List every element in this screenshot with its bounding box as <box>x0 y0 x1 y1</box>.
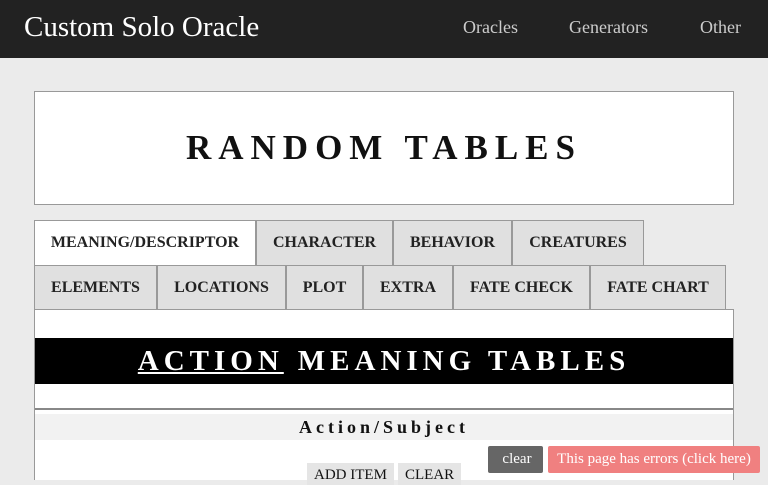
action-link[interactable]: ACTION <box>138 345 284 378</box>
section-title-bar: ACTION MEANING TABLES <box>35 338 733 384</box>
section-title: MEANING TABLES <box>297 344 631 377</box>
tab-label: BEHAVIOR <box>409 234 496 251</box>
tab-label: FATE CHART <box>607 279 709 296</box>
page-header-box: RANDOM TABLES <box>34 91 734 205</box>
tab-plot[interactable]: PLOT <box>286 265 363 310</box>
tab-label: CREATURES <box>529 234 627 251</box>
site-brand[interactable]: Custom Solo Oracle <box>24 11 259 44</box>
tab-label: FATE CHECK <box>470 279 573 296</box>
add-item-button[interactable]: ADD ITEM <box>307 463 394 485</box>
nav-item-oracles[interactable]: Oracles <box>463 17 518 38</box>
tab-character[interactable]: CHARACTER <box>256 220 393 265</box>
tab-locations[interactable]: LOCATIONS <box>157 265 286 310</box>
nav-item-other[interactable]: Other <box>700 17 741 38</box>
clear-errors-button[interactable]: clear <box>488 446 543 473</box>
tab-fate-check[interactable]: FATE CHECK <box>453 265 590 310</box>
tab-label: MEANING/DESCRIPTOR <box>50 234 240 251</box>
tab-behavior[interactable]: BEHAVIOR <box>393 220 512 265</box>
tab-label: PLOT <box>302 279 347 296</box>
tab-label: CHARACTER <box>272 234 377 251</box>
page-errors-badge[interactable]: This page has errors (click here) <box>548 446 760 473</box>
tab-label: ELEMENTS <box>51 279 140 296</box>
nav-item-generators[interactable]: Generators <box>569 17 648 38</box>
page-title: RANDOM TABLES <box>185 128 582 167</box>
clear-label: clear <box>502 451 532 467</box>
tab-label: LOCATIONS <box>174 279 269 296</box>
tab-creatures[interactable]: CREATURES <box>512 220 644 265</box>
clear-button[interactable]: CLEAR <box>398 463 462 485</box>
tab-extra[interactable]: EXTRA <box>363 265 453 310</box>
table-subheading: Action/Subject <box>35 414 733 440</box>
tab-label: EXTRA <box>379 279 436 296</box>
tab-meaning-descriptor[interactable]: MEANING/DESCRIPTOR <box>34 220 256 265</box>
tab-elements[interactable]: ELEMENTS <box>34 265 157 310</box>
tab-fate-chart[interactable]: FATE CHART <box>590 265 726 310</box>
top-navbar: Custom Solo Oracle Oracles Generators Ot… <box>0 0 768 58</box>
divider <box>35 408 733 410</box>
